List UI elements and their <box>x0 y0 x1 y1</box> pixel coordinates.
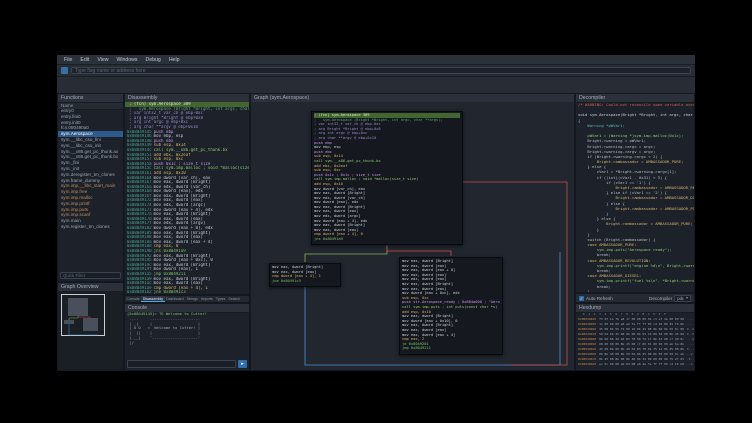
graph-node-line[interactable]: jmp 0x8049211 <box>402 346 500 351</box>
cutter-window: FileEditViewWindowsDebugHelp Functions N… <box>57 55 695 371</box>
hex-bytes: ec 0c 68 08 a0 04 08 e8 4e fe ff ff 83 c… <box>599 362 684 367</box>
disassembly-panel: Disassembly ; (fcn) sym.Aerospace 389 ; … <box>124 93 250 295</box>
decompiler-line[interactable]: sym.imp.printf("fuel %s\n", *Bright->war… <box>576 278 694 283</box>
menu-item[interactable]: Edit <box>76 57 93 63</box>
decompiler-line[interactable]: } <box>576 289 694 292</box>
dock-tab[interactable]: Dashboard <box>165 296 186 302</box>
dock-tab-bar: ConsoleDisassemblyDashboardStringsImport… <box>124 295 250 303</box>
decompiler-options-bar: ✓ Auto Refresh Decompiler pdc <box>575 293 695 303</box>
graph-node-line[interactable]: jne 0x80491c3 <box>272 279 338 284</box>
graph-panel: Graph (sym.Aerospace) ; (fcn) sym.Aerosp… <box>250 93 575 371</box>
dock-tab[interactable]: Types <box>214 296 227 302</box>
decompiler-code: /* WARNING: Could not reconcile some var… <box>576 102 694 292</box>
chevron-down-icon <box>686 297 688 299</box>
decompiler-line[interactable]: void sym.Aerospace(Bright *Bright, int a… <box>576 112 694 117</box>
graph-overview-minimap[interactable] <box>58 291 123 370</box>
disassembly-line[interactable]: 0x080491b2jne 0x80491c3 <box>125 290 249 294</box>
function-row[interactable]: sym.deregister_tm_clones <box>58 172 123 178</box>
console-run-button[interactable]: ▸ <box>238 360 247 368</box>
instruction-text: jne 0x80491c3 <box>154 290 186 294</box>
tasks-icon[interactable] <box>61 67 68 74</box>
graph-node-entry[interactable]: ; (fcn) sym.Aerospace 389; sym.Aerospace… <box>311 111 463 245</box>
menu-item[interactable]: File <box>60 57 76 63</box>
console-command-input[interactable] <box>127 360 236 368</box>
menu-item[interactable]: Debug <box>142 57 165 63</box>
functions-list: entry0entry.fini0entry.init0fcn.080490a0… <box>58 108 123 269</box>
console-output: [0x08049145]> ?E Welcome to Cutter! .--.… <box>125 312 249 359</box>
hexdump-grid: 0 1 2 3 4 5 6 7 8 9 A B C D E F 0x080490… <box>576 312 694 370</box>
dock-tab[interactable]: Disassembly <box>141 296 164 302</box>
menu-item[interactable]: Windows <box>112 57 141 63</box>
graph-node-line[interactable]: jns 0x80491a9 <box>314 237 460 242</box>
hex-offset: 0x080490d0 <box>578 362 596 367</box>
decompiler-engine-value: pdc <box>677 296 684 301</box>
menu-item[interactable]: View <box>93 57 112 63</box>
decompiler-line[interactable]: Bright->ambassador = AMBASSADOR_PURE; <box>576 221 694 226</box>
graph-node-right[interactable]: mov eax, dword [Bright]mov eax, dword [e… <box>399 257 503 355</box>
console-line: |/ <box>125 341 249 346</box>
disassembly-listing: ; (fcn) sym.Aerospace 389 ; sym.Aerospac… <box>125 102 249 294</box>
decompiler-engine-select[interactable]: pdc <box>674 295 691 302</box>
console-panel: Console [0x08049145]> ?E Welcome to Cutt… <box>124 303 250 371</box>
menu-item[interactable]: Help <box>165 57 184 63</box>
decompiler-panel: Decompiler /* WARNING: Could not reconci… <box>575 93 695 293</box>
function-row[interactable]: sym.register_tm_clones <box>58 224 123 230</box>
functions-panel: Functions Name entry0entry.fini0entry.in… <box>57 93 124 282</box>
dock-tab[interactable]: Imports <box>199 296 214 302</box>
functions-panel-title: Functions <box>58 94 123 103</box>
decompiler-line[interactable]: /* WARNING: Could not reconcile some var… <box>576 102 694 107</box>
graph-canvas[interactable]: ; (fcn) sym.Aerospace 389; sym.Aerospace… <box>251 102 574 370</box>
dock-tab[interactable]: Strings <box>185 296 199 302</box>
hex-ascii: ..h.....N....... <box>687 362 694 367</box>
graph-overview-panel: Graph Overview <box>57 282 124 371</box>
auto-refresh-checkbox[interactable]: ✓ <box>579 296 584 301</box>
auto-refresh-label: Auto Refresh <box>586 296 613 301</box>
hexdump-panel: Hexdump 0 1 2 3 4 5 6 7 8 9 A B C D E F … <box>575 303 695 371</box>
graph-node-line[interactable]: call sym.imp.puts ; int puts(const char … <box>402 305 500 310</box>
menu-bar: FileEditViewWindowsDebugHelp <box>57 55 695 65</box>
toolbar <box>57 65 695 77</box>
dock-tab[interactable]: Console <box>125 296 141 302</box>
decompiler-line[interactable]: Bright->ambassador = AMBASSADOR_DIESEL; <box>576 195 694 200</box>
decompiler-line[interactable]: cVar1 = *Bright->warning->argv[1]; <box>576 169 694 174</box>
dock-tab[interactable]: Search <box>227 296 241 302</box>
hexdump-row[interactable]: 0x080490d0ec 0c 68 08 a0 04 08 e8 4e fe … <box>576 362 694 367</box>
instruction-address: 0x080491b2 <box>127 290 152 294</box>
decompiler-engine-label: Decompiler <box>649 296 672 301</box>
global-search-input[interactable] <box>71 67 691 74</box>
minimap-edges <box>58 291 123 370</box>
graph-node-left[interactable]: mov eax, dword [Bright]mov eax, dword [e… <box>269 263 341 287</box>
quick-filter-input[interactable] <box>60 272 121 279</box>
